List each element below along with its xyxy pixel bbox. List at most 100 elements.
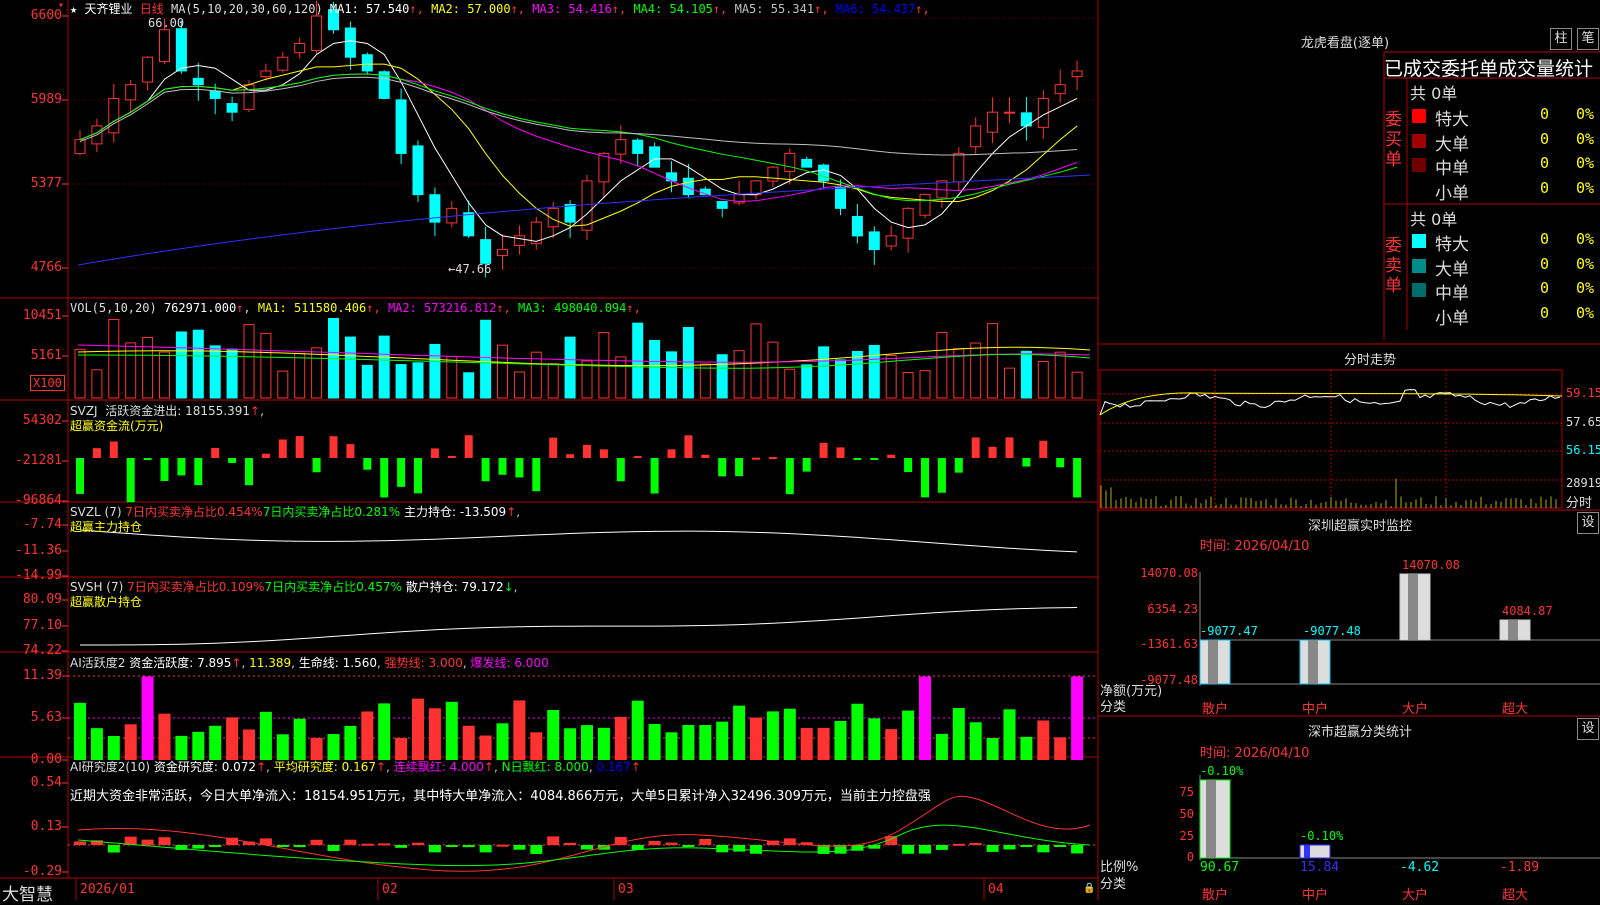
volume-bar bbox=[666, 351, 677, 399]
capital-flow-bar bbox=[667, 449, 676, 458]
ai-commentary: 近期大资金非常活跃，今日大单净流入：18154.951万元，其中特大单净流入：4… bbox=[70, 789, 931, 804]
volume-bar bbox=[564, 336, 576, 399]
activity-bar bbox=[226, 717, 239, 760]
capital-flow-bar bbox=[109, 441, 118, 458]
candle-body bbox=[649, 146, 661, 168]
order-percent: 0% bbox=[1576, 254, 1595, 273]
candle-body bbox=[192, 77, 204, 86]
research-bar bbox=[699, 838, 712, 845]
main-chart-header: ★ 天齐锂业 日线 MA(5,10,20,30,60,120) MA1: 57.… bbox=[70, 0, 930, 17]
order-count: 0 bbox=[1540, 129, 1550, 148]
high-mark: 66.00 bbox=[148, 16, 185, 30]
intraday-vol-tick: 28919 bbox=[1566, 476, 1600, 490]
volume-bar bbox=[209, 345, 221, 399]
activity-bar bbox=[1071, 676, 1084, 760]
candle-body bbox=[970, 125, 982, 148]
intraday-tick: 57.65 bbox=[1566, 415, 1600, 429]
activity-bar bbox=[276, 734, 289, 760]
order-percent: 0% bbox=[1576, 178, 1595, 197]
research-bar bbox=[530, 845, 543, 854]
svsh-tick: 74.22 bbox=[22, 643, 62, 658]
capital-flow-bar bbox=[346, 444, 355, 458]
capital-flow-bar bbox=[1039, 440, 1048, 458]
x-axis-label: 02 bbox=[382, 882, 398, 897]
volume-bar bbox=[1037, 360, 1049, 399]
volume-bar bbox=[294, 352, 306, 399]
order-type: 中单 bbox=[1435, 284, 1469, 304]
research-bar bbox=[750, 845, 762, 854]
svsh-subtitle: 超赢散户持仓 bbox=[70, 595, 143, 609]
sz-class-tick: 0 bbox=[1186, 850, 1194, 864]
sell-order-label: 委卖单 bbox=[1385, 236, 1402, 296]
volume-bar bbox=[615, 356, 627, 399]
svsh-tick: 77.10 bbox=[22, 618, 62, 633]
research-bar bbox=[733, 845, 746, 852]
volume-bar bbox=[1054, 351, 1066, 399]
order-percent: 0% bbox=[1576, 154, 1595, 172]
stock-name[interactable]: 天齐锂业 bbox=[84, 2, 132, 16]
candle-body bbox=[513, 235, 525, 247]
favorite-star-icon[interactable]: ★ bbox=[70, 2, 77, 16]
order-count: 0 bbox=[1540, 154, 1550, 172]
volume-bar bbox=[260, 333, 272, 399]
volume-bar bbox=[750, 323, 762, 399]
capital-flow-bar bbox=[363, 458, 372, 470]
buy-order-label: 委买单 bbox=[1385, 110, 1402, 170]
capital-flow-bar bbox=[988, 446, 997, 458]
order-type: 特大 bbox=[1435, 110, 1469, 130]
volume-bar bbox=[699, 363, 711, 399]
research-bar bbox=[496, 844, 509, 847]
candle-body bbox=[344, 27, 356, 58]
sz-monitor-settings-button[interactable]: 设 bbox=[1577, 512, 1599, 534]
order-count: 0 bbox=[1540, 178, 1550, 197]
capital-flow-bar bbox=[802, 458, 811, 472]
capital-flow-bar bbox=[870, 458, 879, 460]
activity-bar bbox=[378, 703, 391, 760]
category-label: 超大 bbox=[1502, 888, 1529, 903]
svsh-tick: 80.09 bbox=[22, 592, 62, 607]
capital-flow-bar bbox=[481, 458, 490, 482]
candle-body bbox=[175, 28, 187, 72]
lock-icon[interactable]: 🔒 bbox=[1083, 883, 1095, 894]
candle-body bbox=[260, 70, 272, 78]
capital-flow-bar bbox=[819, 442, 828, 458]
ma-value-6: MA6: 54.437 bbox=[835, 2, 916, 16]
vol-multiplier[interactable]: X100 bbox=[30, 375, 65, 391]
capital-flow-bar bbox=[194, 458, 203, 486]
period-label[interactable]: 日线 bbox=[140, 2, 164, 16]
candle-body bbox=[581, 180, 593, 231]
candle-body bbox=[209, 90, 221, 99]
activity-bar bbox=[817, 727, 830, 760]
activity-bar bbox=[530, 732, 543, 760]
activity-bar bbox=[919, 676, 931, 760]
capital-flow-bar bbox=[177, 458, 186, 476]
capital-flow-bar bbox=[126, 458, 135, 503]
research-bar bbox=[141, 839, 154, 845]
volume-bar bbox=[344, 336, 356, 399]
candle-body bbox=[74, 139, 86, 155]
capital-flow-bar bbox=[278, 439, 287, 458]
volume-bar bbox=[682, 327, 694, 399]
research-bar bbox=[412, 842, 424, 845]
candle-body bbox=[159, 29, 170, 63]
brand-logo[interactable]: 大智慧 bbox=[2, 880, 53, 905]
intraday-tick: 59.15 bbox=[1566, 386, 1600, 400]
sz-class-settings-button[interactable]: 设 bbox=[1577, 718, 1599, 740]
volume-bar bbox=[446, 355, 458, 399]
sz-monitor-tick: 6354.23 bbox=[1147, 602, 1198, 616]
color-swatch bbox=[1412, 133, 1426, 148]
candle-body bbox=[125, 84, 137, 101]
research-bar bbox=[310, 839, 323, 845]
volume-bar bbox=[277, 370, 289, 399]
candle-body bbox=[885, 235, 897, 247]
activity-bar bbox=[631, 700, 644, 760]
capital-flow-bar bbox=[904, 458, 913, 473]
column-view-button[interactable]: 柱 bbox=[1550, 28, 1572, 50]
volume-bar bbox=[801, 364, 813, 399]
ma-value-2: MA2: 57.000 bbox=[431, 2, 511, 16]
research-bar bbox=[344, 839, 357, 845]
volume-bar bbox=[784, 368, 796, 399]
ma-value-1: MA1: 57.540 bbox=[329, 2, 410, 16]
tick-view-button[interactable]: 笔 bbox=[1577, 28, 1599, 50]
ratio-top-label: -0.10% bbox=[1200, 764, 1244, 778]
